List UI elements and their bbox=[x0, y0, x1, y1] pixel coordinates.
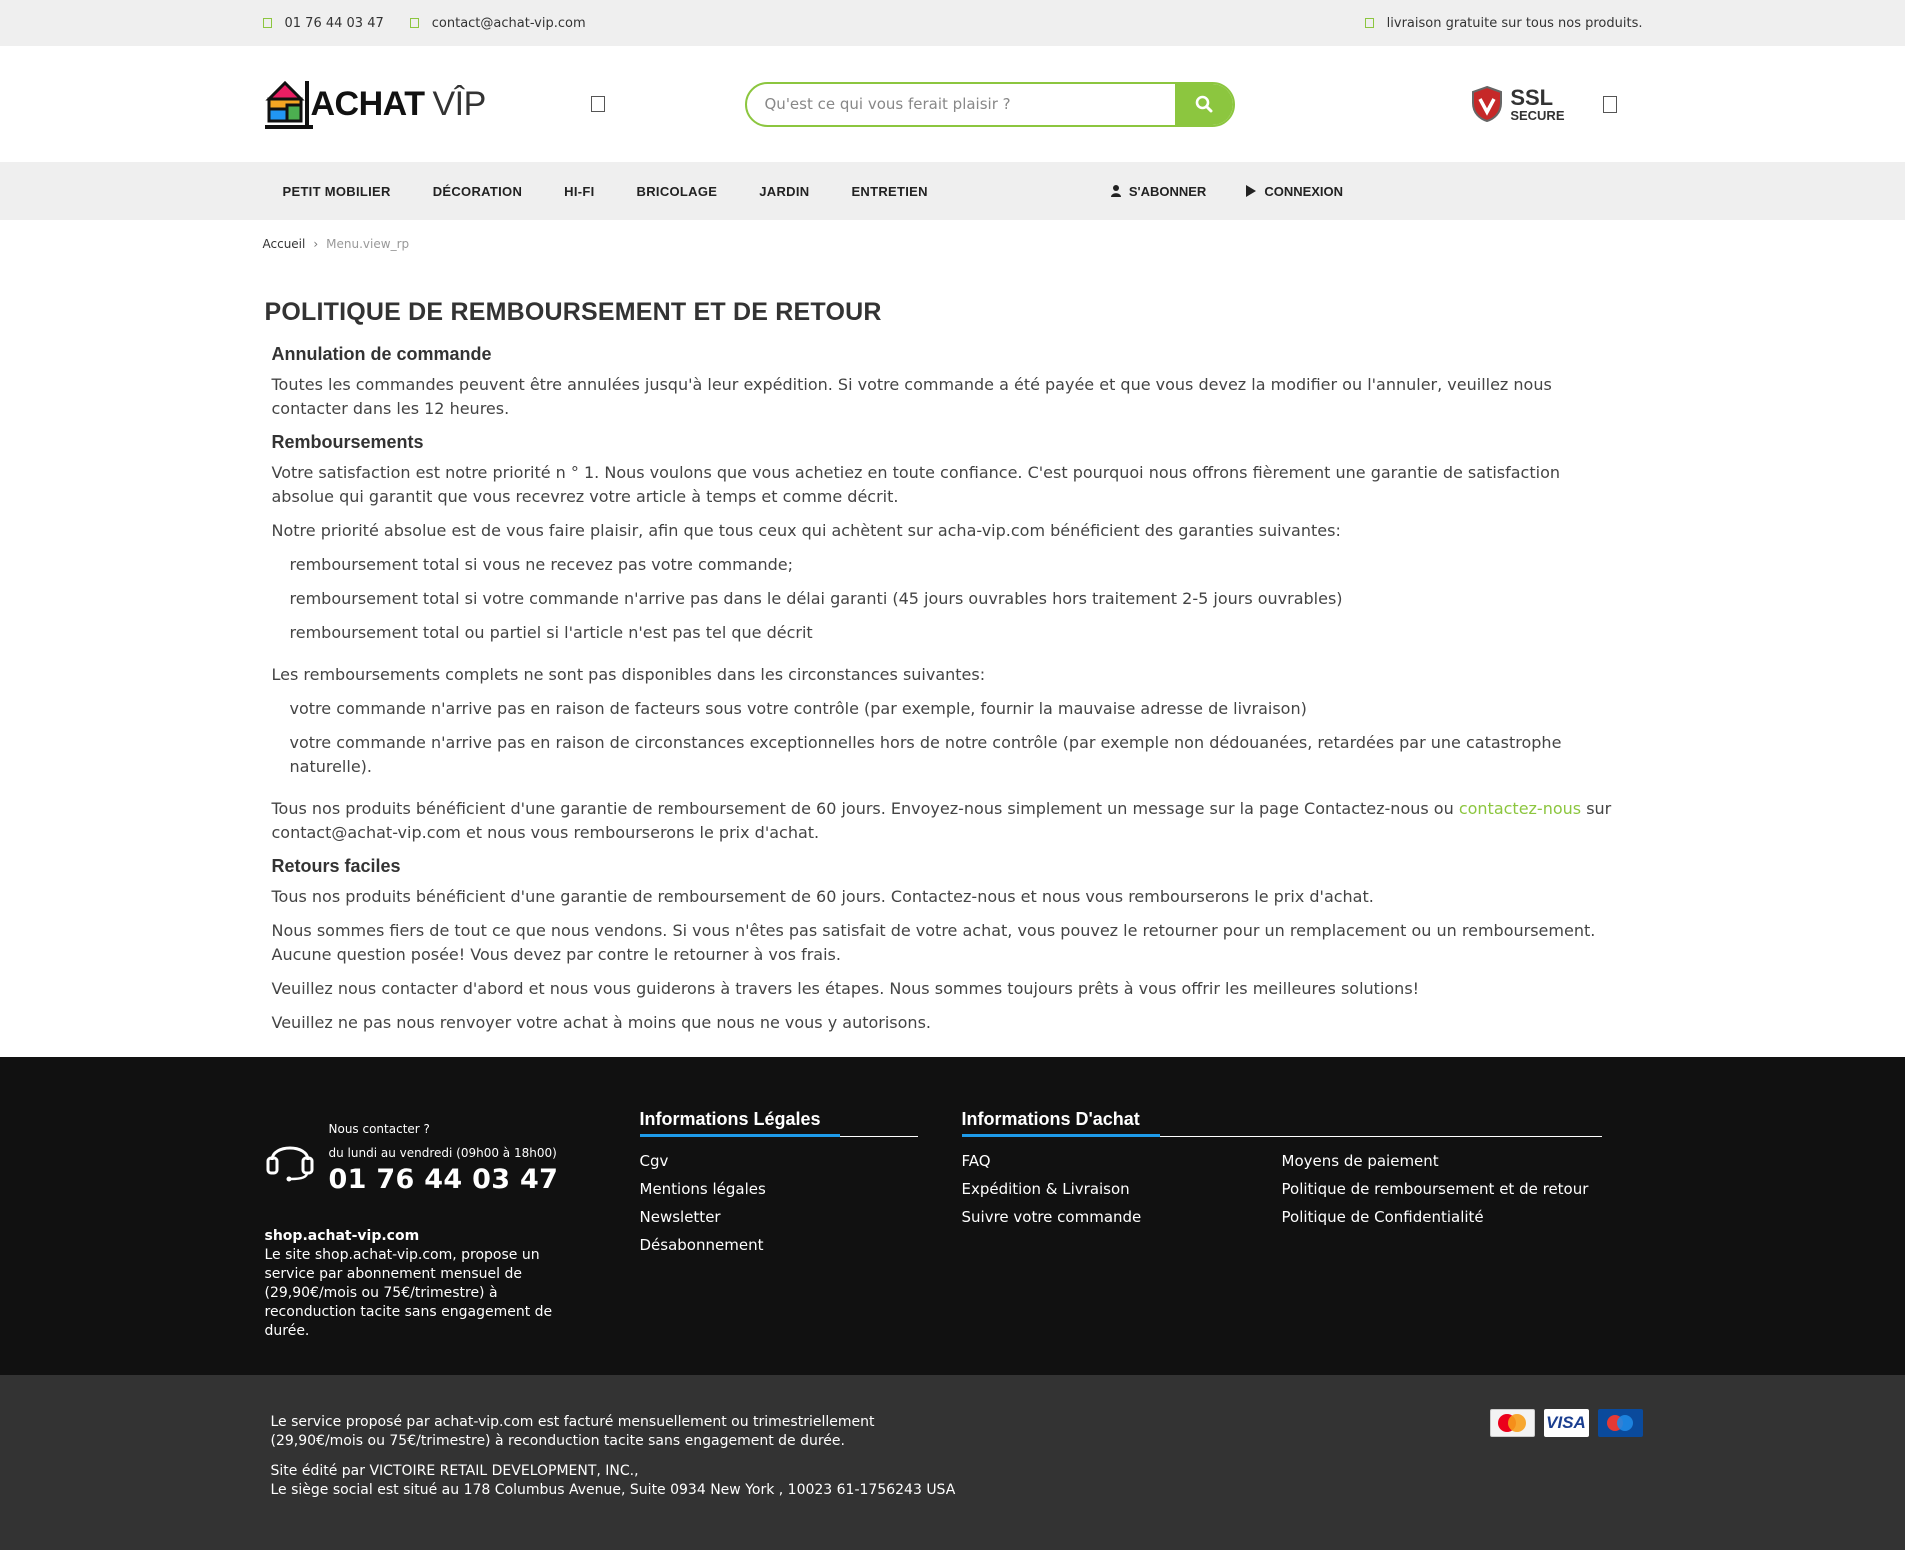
paragraph: Tous nos produits bénéficient d'une gara… bbox=[271, 887, 1374, 906]
paragraph: Les remboursements complets ne sont pas … bbox=[271, 665, 986, 684]
nav-item-bricolage[interactable]: BRICOLAGE bbox=[616, 184, 739, 199]
user-icon bbox=[1110, 185, 1121, 197]
list-item: votre commande n'arrive pas en raison de… bbox=[289, 699, 1307, 718]
list-item: votre commande n'arrive pas en raison de… bbox=[289, 733, 1562, 776]
cart-icon[interactable] bbox=[1602, 95, 1617, 113]
footer-link-refund-policy[interactable]: Politique de remboursement et de retour bbox=[1282, 1175, 1602, 1203]
menu-icon[interactable] bbox=[590, 96, 605, 112]
footer-shop-info: shop.achat-vip.com Le site shop.achat-vi… bbox=[265, 1227, 585, 1341]
paragraph: Notre priorité absolue est de vous faire… bbox=[271, 521, 1341, 540]
contact-link[interactable]: contactez-nous bbox=[1459, 799, 1581, 818]
paragraph: Toutes les commandes peuvent être annulé… bbox=[271, 375, 1552, 418]
list-item: remboursement total si votre commande n'… bbox=[289, 589, 1343, 608]
address-line: Le siège social est situé au 178 Columbu… bbox=[270, 1482, 956, 1498]
section-title-cancellation: Annulation de commande bbox=[271, 344, 492, 364]
site-header: ACHATVÎP SSL SECURE bbox=[0, 46, 1905, 162]
divider bbox=[639, 1134, 918, 1137]
play-icon bbox=[1246, 185, 1257, 197]
divider bbox=[961, 1134, 1602, 1137]
site-footer: Nous contacter ? du lundi au vendredi (0… bbox=[0, 1057, 1905, 1375]
maestro-icon bbox=[1597, 1409, 1643, 1437]
envelope-icon bbox=[409, 18, 419, 28]
list-item: remboursement total si vous ne recevez p… bbox=[289, 555, 794, 574]
site-logo[interactable]: ACHAT VÎP bbox=[263, 77, 501, 131]
logo-text-vip: VÎP bbox=[432, 84, 486, 123]
ssl-badge: SSL SECURE bbox=[1470, 84, 1565, 123]
billing-notice: Le service proposé par achat-vip.com est… bbox=[270, 1414, 875, 1449]
login-link[interactable]: CONNEXION bbox=[1246, 184, 1343, 199]
topbar-phone[interactable]: 01 76 44 03 47 bbox=[262, 16, 384, 31]
footer-purchase-title: Informations D'achat bbox=[961, 1109, 1140, 1129]
footer-contact-hours: du lundi au vendredi (09h00 à 18h00) bbox=[328, 1146, 557, 1160]
search-button[interactable] bbox=[1174, 83, 1233, 125]
nav-item-petit-mobilier[interactable]: PETIT MOBILIER bbox=[263, 184, 412, 199]
footer-link-faq[interactable]: FAQ bbox=[962, 1147, 1282, 1175]
visa-icon: VISA bbox=[1543, 1409, 1589, 1437]
footer-shop-text: Le site shop.achat-vip.com, propose un s… bbox=[264, 1247, 553, 1339]
footer-legal-column: Informations Légales Cgv Mentions légale… bbox=[639, 1109, 918, 1259]
footer-link-privacy[interactable]: Politique de Confidentialité bbox=[1282, 1203, 1602, 1231]
footer-phone[interactable]: 01 76 44 03 47 bbox=[329, 1164, 559, 1195]
nav-item-decoration[interactable]: DÉCORATION bbox=[412, 184, 543, 199]
section-title-refunds: Remboursements bbox=[271, 432, 424, 452]
search-input[interactable] bbox=[746, 83, 1175, 125]
footer-link-payment[interactable]: Moyens de paiement bbox=[1282, 1147, 1602, 1175]
breadcrumb: Accueil › Menu.view_rp bbox=[263, 220, 1643, 272]
topbar-email[interactable]: contact@achat-vip.com bbox=[409, 16, 586, 31]
ssl-title: SSL bbox=[1510, 84, 1554, 110]
footer-legal-text: Le service proposé par achat-vip.com est… bbox=[271, 1413, 971, 1500]
search-icon bbox=[1195, 95, 1212, 113]
nav-item-jardin[interactable]: JARDIN bbox=[738, 184, 830, 199]
list-item: remboursement total ou partiel si l'arti… bbox=[289, 623, 813, 642]
main-nav: PETIT MOBILIER DÉCORATION HI-FI BRICOLAG… bbox=[0, 162, 1905, 220]
footer-contact-label: Nous contacter ? bbox=[328, 1122, 430, 1136]
topbar-shipping: livraison gratuite sur tous nos produits… bbox=[1364, 16, 1643, 31]
nav-item-entretien[interactable]: ENTRETIEN bbox=[830, 184, 948, 199]
ssl-subtitle: SECURE bbox=[1510, 107, 1565, 123]
footer-link-track-order[interactable]: Suivre votre commande bbox=[962, 1203, 1282, 1231]
guarantee-list: remboursement total si vous ne recevez p… bbox=[272, 553, 1623, 645]
section-title-returns: Retours faciles bbox=[271, 856, 401, 876]
paragraph: Veuillez nous contacter d'abord et nous … bbox=[271, 979, 1420, 998]
phone-icon bbox=[262, 18, 272, 28]
footer-contact: Nous contacter ? du lundi au vendredi (0… bbox=[265, 1122, 559, 1195]
footer-bottom: Le service proposé par achat-vip.com est… bbox=[0, 1375, 1905, 1550]
footer-link-shipping[interactable]: Expédition & Livraison bbox=[962, 1175, 1282, 1203]
top-bar: 01 76 44 03 47 contact@achat-vip.com liv… bbox=[0, 0, 1905, 46]
page-content: POLITIQUE DE REMBOURSEMENT ET DE RETOUR … bbox=[263, 298, 1643, 1035]
breadcrumb-separator-icon: › bbox=[313, 237, 319, 251]
truck-icon bbox=[1364, 18, 1374, 28]
footer-link-mentions[interactable]: Mentions légales bbox=[640, 1175, 918, 1203]
breadcrumb-current: Menu.view_rp bbox=[326, 237, 410, 251]
footer-legal-title: Informations Légales bbox=[639, 1109, 821, 1129]
search-bar bbox=[744, 81, 1235, 127]
footer-purchase-column: Informations D'achat FAQ Moyens de paiem… bbox=[961, 1109, 1602, 1231]
payment-cards: VISA bbox=[1489, 1409, 1643, 1437]
paragraph: Tous nos produits bénéficient d'une gara… bbox=[271, 799, 1612, 842]
footer-link-cgv[interactable]: Cgv bbox=[640, 1147, 918, 1175]
logo-house-icon bbox=[264, 80, 313, 129]
footer-link-unsubscribe[interactable]: Désabonnement bbox=[640, 1231, 918, 1259]
footer-shop-title: shop.achat-vip.com bbox=[264, 1228, 420, 1244]
shield-icon bbox=[1472, 85, 1503, 123]
paragraph: Veuillez ne pas nous renvoyer votre acha… bbox=[271, 1013, 932, 1032]
headset-icon bbox=[266, 1146, 313, 1182]
logo-text-achat: ACHAT bbox=[310, 84, 425, 123]
subscribe-link[interactable]: S'ABONNER bbox=[1110, 184, 1206, 199]
paragraph: Votre satisfaction est notre priorité n … bbox=[271, 463, 1561, 506]
paragraph: Nous sommes fiers de tout ce que nous ve… bbox=[271, 921, 1596, 964]
footer-link-newsletter[interactable]: Newsletter bbox=[640, 1203, 918, 1231]
mastercard-icon bbox=[1489, 1409, 1535, 1437]
exclusion-list: votre commande n'arrive pas en raison de… bbox=[272, 697, 1623, 779]
publisher-line: Site édité par VICTOIRE RETAIL DEVELOPME… bbox=[270, 1463, 639, 1479]
nav-item-hifi[interactable]: HI-FI bbox=[543, 184, 615, 199]
page-title: POLITIQUE DE REMBOURSEMENT ET DE RETOUR bbox=[264, 298, 882, 326]
breadcrumb-home[interactable]: Accueil bbox=[263, 237, 306, 251]
